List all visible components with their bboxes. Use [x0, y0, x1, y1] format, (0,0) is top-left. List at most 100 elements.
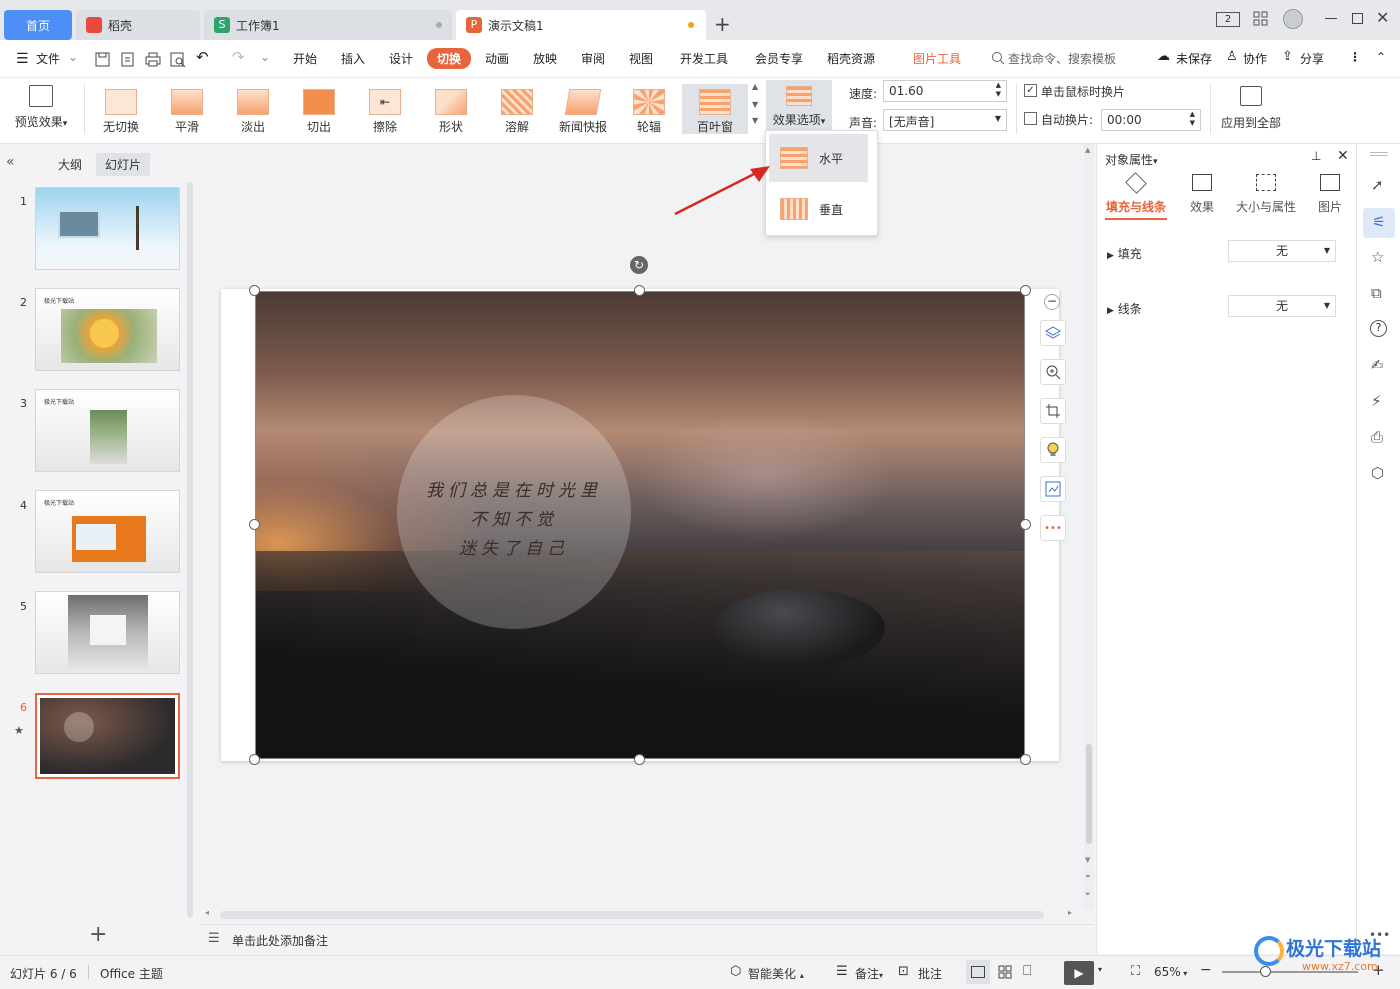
scroll-up-icon[interactable]: ▲	[1085, 146, 1090, 154]
reading-view-icon[interactable]: ⎕	[1023, 963, 1031, 979]
fill-select[interactable]: 无 ▼	[1228, 240, 1336, 262]
avatar[interactable]	[1283, 9, 1303, 29]
line-section[interactable]: ▶ 线条	[1107, 300, 1142, 317]
layers-icon[interactable]	[1040, 320, 1066, 346]
zoom-out-icon[interactable]: −	[1200, 962, 1212, 978]
transition-dissolve[interactable]: 溶解	[484, 84, 550, 134]
resize-handle-e[interactable]	[1020, 519, 1031, 530]
minimize-icon[interactable]	[1325, 18, 1337, 19]
play-options-icon[interactable]: ▾	[1098, 965, 1102, 974]
menu-resources[interactable]: 稻壳资源	[827, 50, 875, 67]
horizontal-scrollbar[interactable]	[220, 911, 1044, 919]
apply-all-button[interactable]: 应用到全部	[1216, 82, 1286, 131]
scroll-down-icon[interactable]: ▼	[1085, 856, 1090, 864]
speed-input[interactable]: 01.60 ▲ ▼	[883, 80, 1007, 102]
resize-handle-sw[interactable]	[249, 754, 260, 765]
transition-blinds[interactable]: 百叶窗	[682, 84, 748, 134]
sorter-view-icon[interactable]	[998, 965, 1012, 979]
slide-thumb-1[interactable]	[35, 187, 180, 270]
auto-advance-input[interactable]: 00:00 ▲ ▼	[1101, 109, 1201, 131]
slide-thumb-2[interactable]: 极光下载站	[35, 288, 180, 371]
fill-section[interactable]: ▶ 填充	[1107, 245, 1142, 262]
scroll-right-icon[interactable]: ▸	[1068, 908, 1072, 917]
chevron-down-icon[interactable]: ⌄	[68, 50, 78, 64]
idea-bulb-icon[interactable]	[1040, 437, 1066, 463]
preview-effect-button[interactable]: 预览效果▾	[8, 82, 74, 132]
tab-workbook[interactable]: S 工作簿1	[204, 10, 452, 40]
save-icon[interactable]	[95, 52, 110, 67]
transition-shape[interactable]: 形状	[418, 84, 484, 134]
panel-title[interactable]: 对象属性▾	[1105, 151, 1158, 168]
menu-transition[interactable]: 切换	[427, 48, 472, 69]
collab-button[interactable]: 协作	[1243, 50, 1267, 67]
undo-icon[interactable]: ↶	[196, 48, 209, 66]
transition-wheel[interactable]: 轮辐	[616, 84, 682, 134]
beautify-button[interactable]: 智能美化 ▴	[748, 965, 804, 982]
line-select[interactable]: 无 ▼	[1228, 295, 1336, 317]
gallery-scroll-down-icon[interactable]: ▼	[752, 100, 758, 109]
tab-effect[interactable]: 效果	[1179, 174, 1225, 215]
more-vertical-icon[interactable]: ⋮	[1349, 50, 1361, 64]
resize-handle-se[interactable]	[1020, 754, 1031, 765]
maximize-icon[interactable]	[1352, 13, 1363, 24]
option-horizontal[interactable]: 水平	[769, 134, 868, 182]
tab-fill-line[interactable]: 填充与线条	[1105, 172, 1167, 215]
auto-advance-checkbox[interactable]	[1024, 112, 1037, 125]
redo-icon[interactable]: ↷	[232, 48, 245, 66]
panel-scrollbar[interactable]	[187, 182, 193, 918]
new-tab-plus-icon[interactable]: +	[714, 12, 731, 36]
rotate-handle-icon[interactable]: ↻	[630, 256, 648, 274]
drag-grip-icon[interactable]	[1370, 152, 1388, 156]
collapse-ribbon-icon[interactable]: ⌃	[1376, 50, 1386, 64]
vertical-scrollbar[interactable]: ▲ ▼ ⏶ ⏷	[1084, 144, 1094, 910]
close-window-icon[interactable]: ✕	[1376, 8, 1389, 27]
tab-slides[interactable]: 幻灯片	[96, 153, 151, 176]
hamburger-icon[interactable]: ☰	[16, 51, 29, 67]
transition-smooth[interactable]: 平滑	[154, 84, 220, 134]
menu-insert[interactable]: 插入	[341, 50, 365, 67]
resize-handle-ne[interactable]	[1020, 285, 1031, 296]
auto-stepper-icon[interactable]: ▲ ▼	[1190, 110, 1195, 128]
command-search-input[interactable]: 查找命令、搜索模板	[1008, 50, 1116, 67]
resize-handle-nw[interactable]	[249, 285, 260, 296]
notes-bar[interactable]: ☰ 单击此处添加备注	[200, 924, 1094, 954]
comments-button[interactable]: 批注	[918, 965, 942, 982]
menu-animation[interactable]: 动画	[485, 50, 509, 67]
notes-toggle-button[interactable]: 备注▾	[855, 965, 883, 982]
cube-icon[interactable]: ⬡	[1371, 464, 1384, 482]
zoom-level[interactable]: 65% ▾	[1154, 965, 1187, 979]
transition-news[interactable]: 新闻快报	[550, 84, 616, 134]
tab-daoke[interactable]: 稻壳	[76, 10, 200, 40]
next-slide-icon[interactable]: ⏷	[1085, 890, 1091, 899]
slide-thumb-5[interactable]	[35, 591, 180, 674]
prev-slide-icon[interactable]: ⏶	[1085, 872, 1091, 881]
help-icon[interactable]: ?	[1370, 320, 1387, 337]
option-vertical[interactable]: 垂直	[769, 185, 868, 233]
book-search-icon[interactable]: ⎙	[1371, 428, 1383, 446]
menu-file[interactable]: 文件	[36, 50, 60, 67]
resize-handle-n[interactable]	[634, 285, 645, 296]
collab-user-icon[interactable]: ♙	[1226, 49, 1238, 64]
tab-picture[interactable]: 图片	[1305, 174, 1355, 215]
menu-design[interactable]: 设计	[389, 50, 413, 67]
transition-cut[interactable]: 切出	[286, 84, 352, 134]
slide-thumb-4[interactable]: 极光下载站	[35, 490, 180, 573]
share-button[interactable]: 分享	[1300, 50, 1324, 67]
lightning-icon[interactable]: ⚡	[1371, 392, 1382, 410]
star-icon[interactable]: ☆	[1371, 248, 1384, 266]
play-slideshow-button[interactable]: ▶	[1064, 961, 1094, 985]
unsaved-dot-icon[interactable]	[688, 22, 694, 28]
slide-thumb-6[interactable]	[35, 693, 180, 779]
theme-name[interactable]: Office 主题	[100, 965, 163, 982]
tab-size-props[interactable]: 大小与属性	[1233, 174, 1299, 215]
gallery-expand-icon[interactable]: ▼	[752, 116, 758, 125]
menu-slideshow[interactable]: 放映	[533, 50, 557, 67]
page-mode-icon[interactable]: 2	[1216, 12, 1240, 27]
more-options-icon[interactable]: •••	[1040, 515, 1066, 541]
print-icon[interactable]	[145, 52, 161, 67]
on-click-checkbox[interactable]: ✓	[1024, 84, 1037, 97]
ai-writing-icon[interactable]: ✍	[1371, 356, 1384, 374]
menu-picture-tools[interactable]: 图片工具	[913, 50, 961, 67]
slide-thumb-3[interactable]: 极光下载站	[35, 389, 180, 472]
fit-window-icon[interactable]: ⛶	[1131, 964, 1140, 979]
